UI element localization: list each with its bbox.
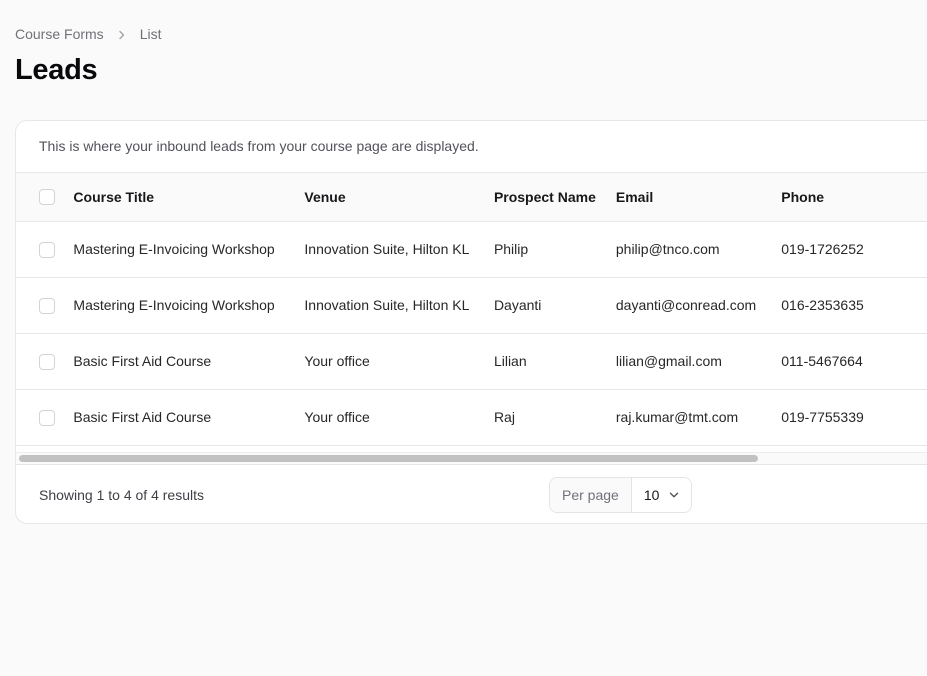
row-select-cell — [16, 221, 73, 277]
cell-prospect-name: Lilian — [493, 353, 527, 369]
table-scroll-container: Course Title Venue Prospect Name Email P… — [16, 173, 927, 465]
cell-venue: Innovation Suite, Hilton KL — [304, 297, 470, 313]
cell-phone: 019-7755339 — [781, 409, 864, 425]
cell-course-title: Basic First Aid Course — [73, 353, 212, 369]
cell-phone: 016-2353635 — [781, 297, 864, 313]
cell-course-title: Mastering E-Invoicing Workshop — [73, 297, 275, 313]
table-header-row: Course Title Venue Prospect Name Email P… — [16, 173, 927, 221]
table-row[interactable]: Basic First Aid Course Your office Raj r… — [16, 389, 927, 445]
leads-card: This is where your inbound leads from yo… — [15, 120, 927, 524]
cell-email: philip@tnco.com — [615, 241, 720, 257]
row-select-cell — [16, 277, 73, 333]
chevron-down-icon — [669, 490, 679, 500]
cell-venue: Innovation Suite, Hilton KL — [304, 241, 470, 257]
row-select-cell — [16, 389, 73, 445]
select-all-checkbox[interactable] — [39, 189, 55, 206]
row-checkbox[interactable] — [39, 297, 55, 314]
table-row[interactable]: Basic First Aid Course Your office Lilia… — [16, 333, 927, 389]
column-header-prospect-name: Prospect Name — [493, 188, 596, 205]
column-header-email: Email — [615, 188, 654, 205]
cell-phone: 019-1726252 — [781, 241, 864, 257]
cell-prospect-name: Raj — [493, 409, 515, 425]
cell-venue: Your office — [304, 409, 370, 425]
row-select-cell — [16, 333, 73, 389]
page-title: Leads — [15, 54, 98, 86]
cell-email: lilian@gmail.com — [615, 353, 722, 369]
cell-email: dayanti@conread.com — [615, 297, 757, 313]
table-row[interactable]: Mastering E-Invoicing Workshop Innovatio… — [16, 221, 927, 277]
cell-course-title: Basic First Aid Course — [73, 409, 212, 425]
chevron-right-icon — [104, 26, 140, 42]
column-header-venue: Venue — [304, 188, 346, 205]
row-checkbox[interactable] — [39, 409, 55, 426]
per-page-select[interactable]: 10 — [631, 478, 692, 512]
table-footer: Showing 1 to 4 of 4 results Per page 10 — [16, 465, 927, 523]
per-page-control: Per page 10 — [549, 477, 693, 513]
pagination-summary: Showing 1 to 4 of 4 results — [39, 487, 204, 503]
per-page-label: Per page — [550, 478, 632, 512]
cell-email: raj.kumar@tmt.com — [615, 409, 739, 425]
cell-prospect-name: Philip — [493, 241, 529, 257]
breadcrumb-course-forms[interactable]: Course Forms — [15, 26, 104, 42]
table-row[interactable]: Mastering E-Invoicing Workshop Innovatio… — [16, 277, 927, 333]
page: Course Forms List Leads This is where yo… — [0, 0, 927, 676]
breadcrumb-list: List — [139, 26, 162, 42]
leads-table: Course Title Venue Prospect Name Email P… — [16, 173, 927, 446]
card-description: This is where your inbound leads from yo… — [16, 121, 927, 173]
column-header-course-title: Course Title — [73, 188, 155, 205]
cell-course-title: Mastering E-Invoicing Workshop — [73, 241, 275, 257]
horizontal-scrollbar-thumb[interactable] — [19, 455, 758, 462]
horizontal-scrollbar[interactable] — [16, 452, 927, 464]
cell-phone: 011-5467664 — [781, 353, 863, 369]
row-checkbox[interactable] — [39, 353, 55, 370]
row-checkbox[interactable] — [39, 241, 55, 258]
column-header-phone: Phone — [781, 188, 825, 205]
per-page-value: 10 — [643, 487, 660, 503]
breadcrumb: Course Forms List — [15, 25, 161, 43]
cell-prospect-name: Dayanti — [493, 297, 542, 313]
select-all-cell — [16, 173, 73, 221]
cell-venue: Your office — [304, 353, 370, 369]
